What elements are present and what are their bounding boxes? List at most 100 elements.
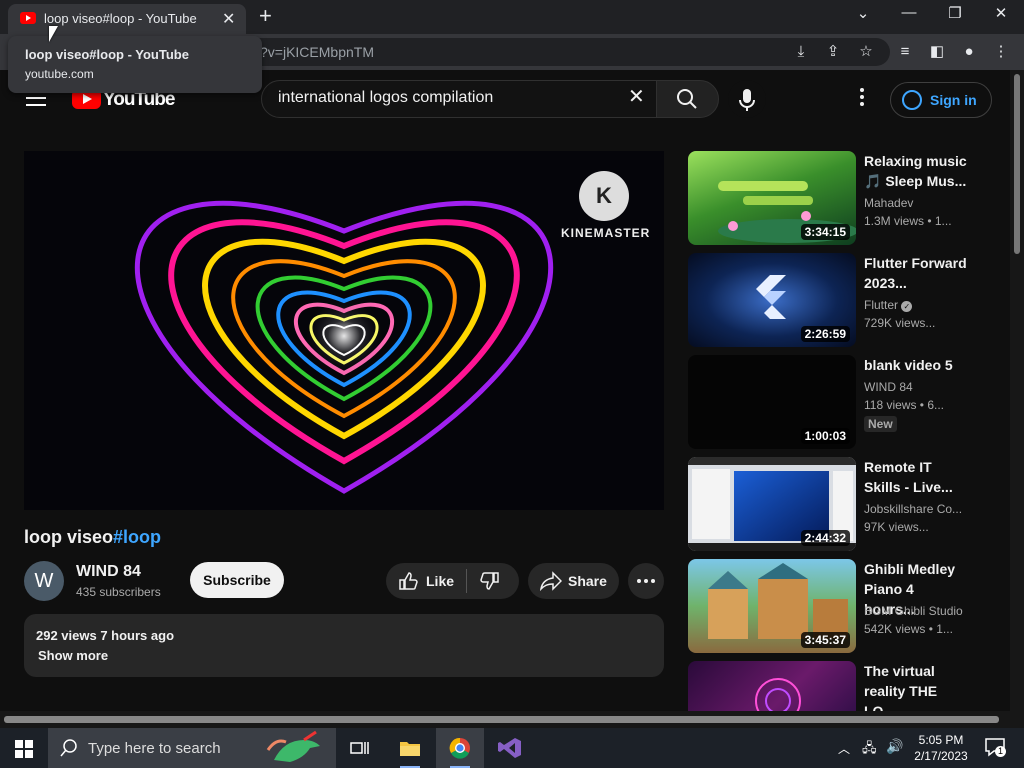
youtube-favicon-icon bbox=[20, 12, 36, 24]
install-icon[interactable]: ⤓ bbox=[790, 41, 812, 63]
clock-date: 2/17/2023 bbox=[914, 749, 968, 763]
visual-studio-taskbar-button[interactable] bbox=[486, 728, 534, 768]
new-badge: New bbox=[864, 416, 897, 432]
file-explorer-taskbar-button[interactable] bbox=[386, 728, 434, 768]
recommendation-channel[interactable]: Mahadev bbox=[864, 196, 913, 210]
tab-title: loop viseo#loop - YouTube bbox=[44, 11, 197, 26]
recommendation-item[interactable]: 3:34:15 Relaxing music 🎵 Sleep Mus... Ma… bbox=[688, 151, 988, 245]
clear-search-icon[interactable]: ✕ bbox=[628, 87, 645, 107]
recommendation-channel[interactable]: WIND 84 bbox=[864, 380, 913, 394]
search-button[interactable] bbox=[656, 80, 719, 118]
side-panel-icon[interactable]: ◧ bbox=[926, 41, 948, 63]
video-duration: 3:34:15 bbox=[800, 224, 850, 240]
recommendation-meta: 1.3M views • 1... bbox=[864, 214, 952, 228]
channel-avatar[interactable]: W bbox=[24, 561, 64, 601]
recommendation-item[interactable]: 2:44:32 Remote IT Skills - Live... Jobsk… bbox=[688, 457, 988, 551]
recommendation-channel[interactable]: BGM Ghibli Studio bbox=[864, 604, 963, 618]
volume-icon[interactable]: 🔊 bbox=[886, 738, 903, 755]
tab-close-icon[interactable]: ✕ bbox=[222, 9, 235, 29]
search-input[interactable] bbox=[278, 89, 618, 107]
more-actions-button[interactable] bbox=[628, 563, 664, 599]
recommendation-item[interactable]: 2:26:59 Flutter Forward 2023... Flutter … bbox=[688, 253, 988, 347]
sign-in-button[interactable]: Sign in bbox=[890, 82, 992, 118]
windows-start-icon[interactable] bbox=[15, 740, 33, 758]
browser-tab[interactable]: loop viseo#loop - YouTube ✕ bbox=[8, 4, 246, 34]
vr-thumbnail-art bbox=[755, 678, 801, 711]
taskbar-search-box[interactable]: Type here to search bbox=[48, 728, 336, 768]
task-view-button[interactable] bbox=[336, 728, 384, 768]
tooltip-domain: youtube.com bbox=[25, 67, 94, 81]
chrome-menu-icon[interactable]: ⋮ bbox=[990, 41, 1012, 63]
notifications-button[interactable]: 1 bbox=[984, 736, 1006, 758]
dislike-thumb-icon[interactable] bbox=[480, 572, 500, 592]
horizontal-scrollbar[interactable] bbox=[0, 711, 1024, 728]
recommendation-thumbnail[interactable]: 3:45:37 bbox=[688, 559, 856, 653]
bookmark-star-icon[interactable]: ☆ bbox=[855, 41, 877, 63]
video-duration: 3:45:37 bbox=[800, 632, 850, 648]
video-frame-hearts bbox=[24, 151, 664, 510]
kinemaster-watermark: KINEMASTER bbox=[561, 226, 651, 240]
channel-name[interactable]: WIND 84 bbox=[76, 563, 141, 581]
vertical-scrollbar[interactable] bbox=[1010, 70, 1024, 711]
notification-count-badge: 1 bbox=[995, 746, 1006, 757]
new-tab-button[interactable]: + bbox=[259, 3, 272, 29]
vertical-scrollbar-thumb[interactable] bbox=[1014, 74, 1020, 254]
subscribe-button[interactable]: Subscribe bbox=[190, 562, 284, 598]
description-box[interactable]: 292 views 7 hours ago Show more bbox=[24, 614, 664, 677]
recommendation-item[interactable]: The virtual reality THE LO... bbox=[688, 661, 988, 711]
voice-search-button[interactable] bbox=[728, 80, 766, 118]
video-player[interactable]: K KINEMASTER bbox=[24, 151, 664, 510]
recommendation-thumbnail[interactable] bbox=[688, 661, 856, 711]
network-icon[interactable]: 🖧 bbox=[862, 739, 877, 761]
share-button[interactable]: Share bbox=[528, 563, 619, 599]
show-hidden-icons-chevron-icon[interactable]: ︿ bbox=[838, 740, 850, 757]
recommendation-thumbnail[interactable]: 2:44:32 bbox=[688, 457, 856, 551]
recommendation-meta: 729K views... bbox=[864, 316, 936, 330]
close-window-button[interactable]: ✕ bbox=[986, 4, 1016, 22]
verified-check-icon: ✓ bbox=[901, 301, 913, 312]
horizontal-scrollbar-thumb[interactable] bbox=[4, 716, 999, 723]
share-label: Share bbox=[568, 573, 607, 589]
account-icon bbox=[902, 90, 922, 110]
browser-tab-strip: loop viseo#loop - YouTube ✕ + ⌄ — ❐ ✕ bbox=[0, 0, 1024, 34]
recommendation-title[interactable]: blank video 5 bbox=[864, 355, 968, 375]
recommendation-channel[interactable]: Jobskillshare Co... bbox=[864, 502, 962, 516]
view-stats: 292 views 7 hours ago bbox=[36, 628, 175, 643]
like-thumb-icon[interactable] bbox=[398, 571, 418, 591]
like-divider bbox=[466, 569, 467, 593]
tab-search-chevron-icon[interactable]: ⌄ bbox=[848, 4, 878, 22]
taskbar-clock[interactable]: 5:05 PM 2/17/2023 bbox=[906, 732, 976, 764]
tab-hover-tooltip: loop viseo#loop - YouTube youtube.com bbox=[8, 36, 262, 93]
recommendation-title[interactable]: The virtual reality THE LO... bbox=[864, 661, 968, 711]
sign-in-label: Sign in bbox=[930, 92, 977, 108]
recommendation-thumbnail[interactable]: 3:34:15 bbox=[688, 151, 856, 245]
show-more-link[interactable]: Show more bbox=[38, 648, 108, 663]
recommendation-title[interactable]: Relaxing music 🎵 Sleep Mus... bbox=[864, 151, 968, 191]
recommendation-channel[interactable]: Flutter ✓ bbox=[864, 298, 913, 312]
like-label[interactable]: Like bbox=[426, 573, 454, 589]
recommendation-item[interactable]: 3:45:37 Ghibli Medley Piano 4 hours... B… bbox=[688, 559, 988, 653]
subscriber-count: 435 subscribers bbox=[76, 585, 161, 599]
microphone-icon bbox=[739, 89, 755, 111]
mouse-cursor-icon bbox=[49, 26, 58, 42]
minimize-button[interactable]: — bbox=[894, 4, 924, 21]
media-queue-icon[interactable]: ≡ bbox=[894, 41, 916, 63]
recommendation-item[interactable]: 1:00:03 blank video 5 WIND 84 118 views … bbox=[688, 355, 988, 449]
recommendation-thumbnail[interactable]: 1:00:03 bbox=[688, 355, 856, 449]
taskbar-search-placeholder: Type here to search bbox=[88, 740, 221, 757]
search-field[interactable] bbox=[261, 80, 657, 118]
task-view-icon bbox=[350, 742, 369, 754]
like-dislike-group: Like bbox=[386, 563, 519, 599]
chrome-taskbar-button[interactable] bbox=[436, 728, 484, 768]
recommendation-title[interactable]: Flutter Forward 2023... bbox=[864, 253, 968, 293]
video-hashtag-link[interactable]: #loop bbox=[113, 527, 161, 547]
video-duration: 1:00:03 bbox=[800, 428, 850, 444]
recommendation-title[interactable]: Remote IT Skills - Live... bbox=[864, 457, 968, 497]
clock-time: 5:05 PM bbox=[918, 733, 964, 747]
recommendation-thumbnail[interactable]: 2:26:59 bbox=[688, 253, 856, 347]
restore-button[interactable]: ❐ bbox=[940, 4, 970, 22]
profile-icon[interactable]: ● bbox=[958, 41, 980, 63]
share-page-icon[interactable]: ⇪ bbox=[822, 41, 844, 63]
settings-more-icon[interactable] bbox=[852, 88, 872, 110]
video-duration: 2:26:59 bbox=[800, 326, 850, 342]
